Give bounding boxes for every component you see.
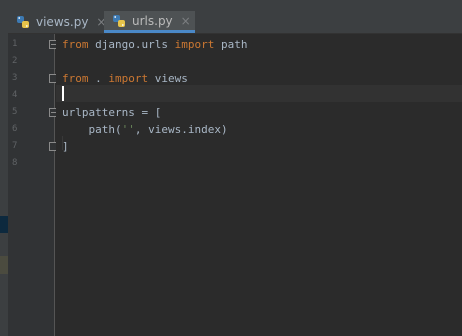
- keyword: import: [174, 38, 215, 51]
- keyword: from: [62, 72, 89, 85]
- current-line-highlight: [56, 85, 462, 102]
- ide-window: views.py × urls.py × 1 2 3 4 5 6 7 8 fro…: [0, 0, 462, 336]
- text-caret: [62, 86, 64, 101]
- code-editor[interactable]: from django.urls import path from . impo…: [56, 34, 462, 336]
- tab-label: views.py: [36, 15, 89, 29]
- code-text: , views.index): [134, 123, 228, 136]
- line-number: 5: [12, 107, 18, 117]
- code-text: urlpatterns = [: [62, 106, 162, 119]
- code-text: ]: [62, 140, 69, 153]
- code-text: views: [148, 72, 188, 85]
- line-number: 7: [12, 141, 18, 151]
- project-panel-selection: [0, 216, 8, 233]
- code-line-1[interactable]: from django.urls import path: [62, 36, 247, 53]
- line-number: 1: [12, 39, 18, 49]
- code-line-5[interactable]: urlpatterns = [: [62, 104, 161, 121]
- code-line-7[interactable]: ]: [62, 138, 69, 155]
- code-text: django.urls: [88, 38, 175, 51]
- code-text: path(: [62, 123, 122, 136]
- string-literal: '': [121, 123, 135, 136]
- tab-views-py[interactable]: views.py ×: [8, 11, 106, 33]
- editor-tab-bar: views.py × urls.py ×: [8, 0, 462, 34]
- code-text: .: [88, 72, 109, 85]
- project-panel-highlight: [0, 256, 8, 274]
- keyword: from: [62, 38, 89, 51]
- keyword: import: [108, 72, 149, 85]
- python-file-icon: [16, 15, 30, 29]
- tab-label: urls.py: [132, 13, 173, 28]
- code-line-6[interactable]: path('', views.index): [62, 121, 228, 138]
- line-number: 3: [12, 73, 18, 83]
- tab-urls-py[interactable]: urls.py ×: [104, 11, 195, 33]
- line-number-gutter[interactable]: 1 2 3 4 5 6 7 8: [8, 34, 58, 336]
- code-text: path: [214, 38, 248, 51]
- project-panel-edge[interactable]: [0, 0, 8, 336]
- close-icon[interactable]: ×: [181, 14, 191, 28]
- line-number: 8: [12, 158, 18, 168]
- code-line-3[interactable]: from . import views: [62, 70, 188, 87]
- line-number: 6: [12, 124, 18, 134]
- line-number: 2: [12, 56, 18, 66]
- line-number: 4: [12, 90, 18, 100]
- python-file-icon: [112, 14, 126, 28]
